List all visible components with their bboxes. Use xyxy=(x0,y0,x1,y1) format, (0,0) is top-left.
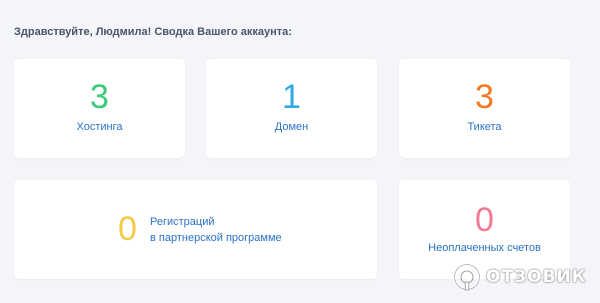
domain-count: 1 xyxy=(282,78,301,116)
tickets-summary-card[interactable]: 3 Тикета xyxy=(399,59,570,158)
partner-program-card[interactable]: 0 Регистраций в партнерской программе xyxy=(14,180,377,279)
partner-registrations-label[interactable]: Регистраций в партнерской программе xyxy=(150,214,282,246)
account-summary-greeting: Здравствуйте, Людмила! Сводка Вашего акк… xyxy=(14,26,292,38)
otzovik-watermark-text: ОТЗОВИК xyxy=(486,267,587,287)
partner-registrations-count: 0 xyxy=(118,210,137,248)
hosting-label[interactable]: Хостинга xyxy=(14,121,185,134)
unpaid-invoices-count: 0 xyxy=(475,201,494,239)
otzovik-watermark: ОТЗОВИК xyxy=(452,261,587,293)
tickets-count: 3 xyxy=(475,78,494,116)
hosting-summary-card[interactable]: 3 Хостинга xyxy=(14,59,185,158)
unpaid-invoices-label[interactable]: Неоплаченных счетов xyxy=(399,242,570,255)
tickets-label[interactable]: Тикета xyxy=(399,121,570,134)
domain-label[interactable]: Домен xyxy=(206,121,377,134)
domain-summary-card[interactable]: 1 Домен xyxy=(206,59,377,158)
partner-label-line-2[interactable]: в партнерской программе xyxy=(150,230,282,246)
hosting-count: 3 xyxy=(90,78,109,116)
partner-label-line-1[interactable]: Регистраций xyxy=(150,214,282,230)
otzovik-logo-icon xyxy=(453,263,481,291)
